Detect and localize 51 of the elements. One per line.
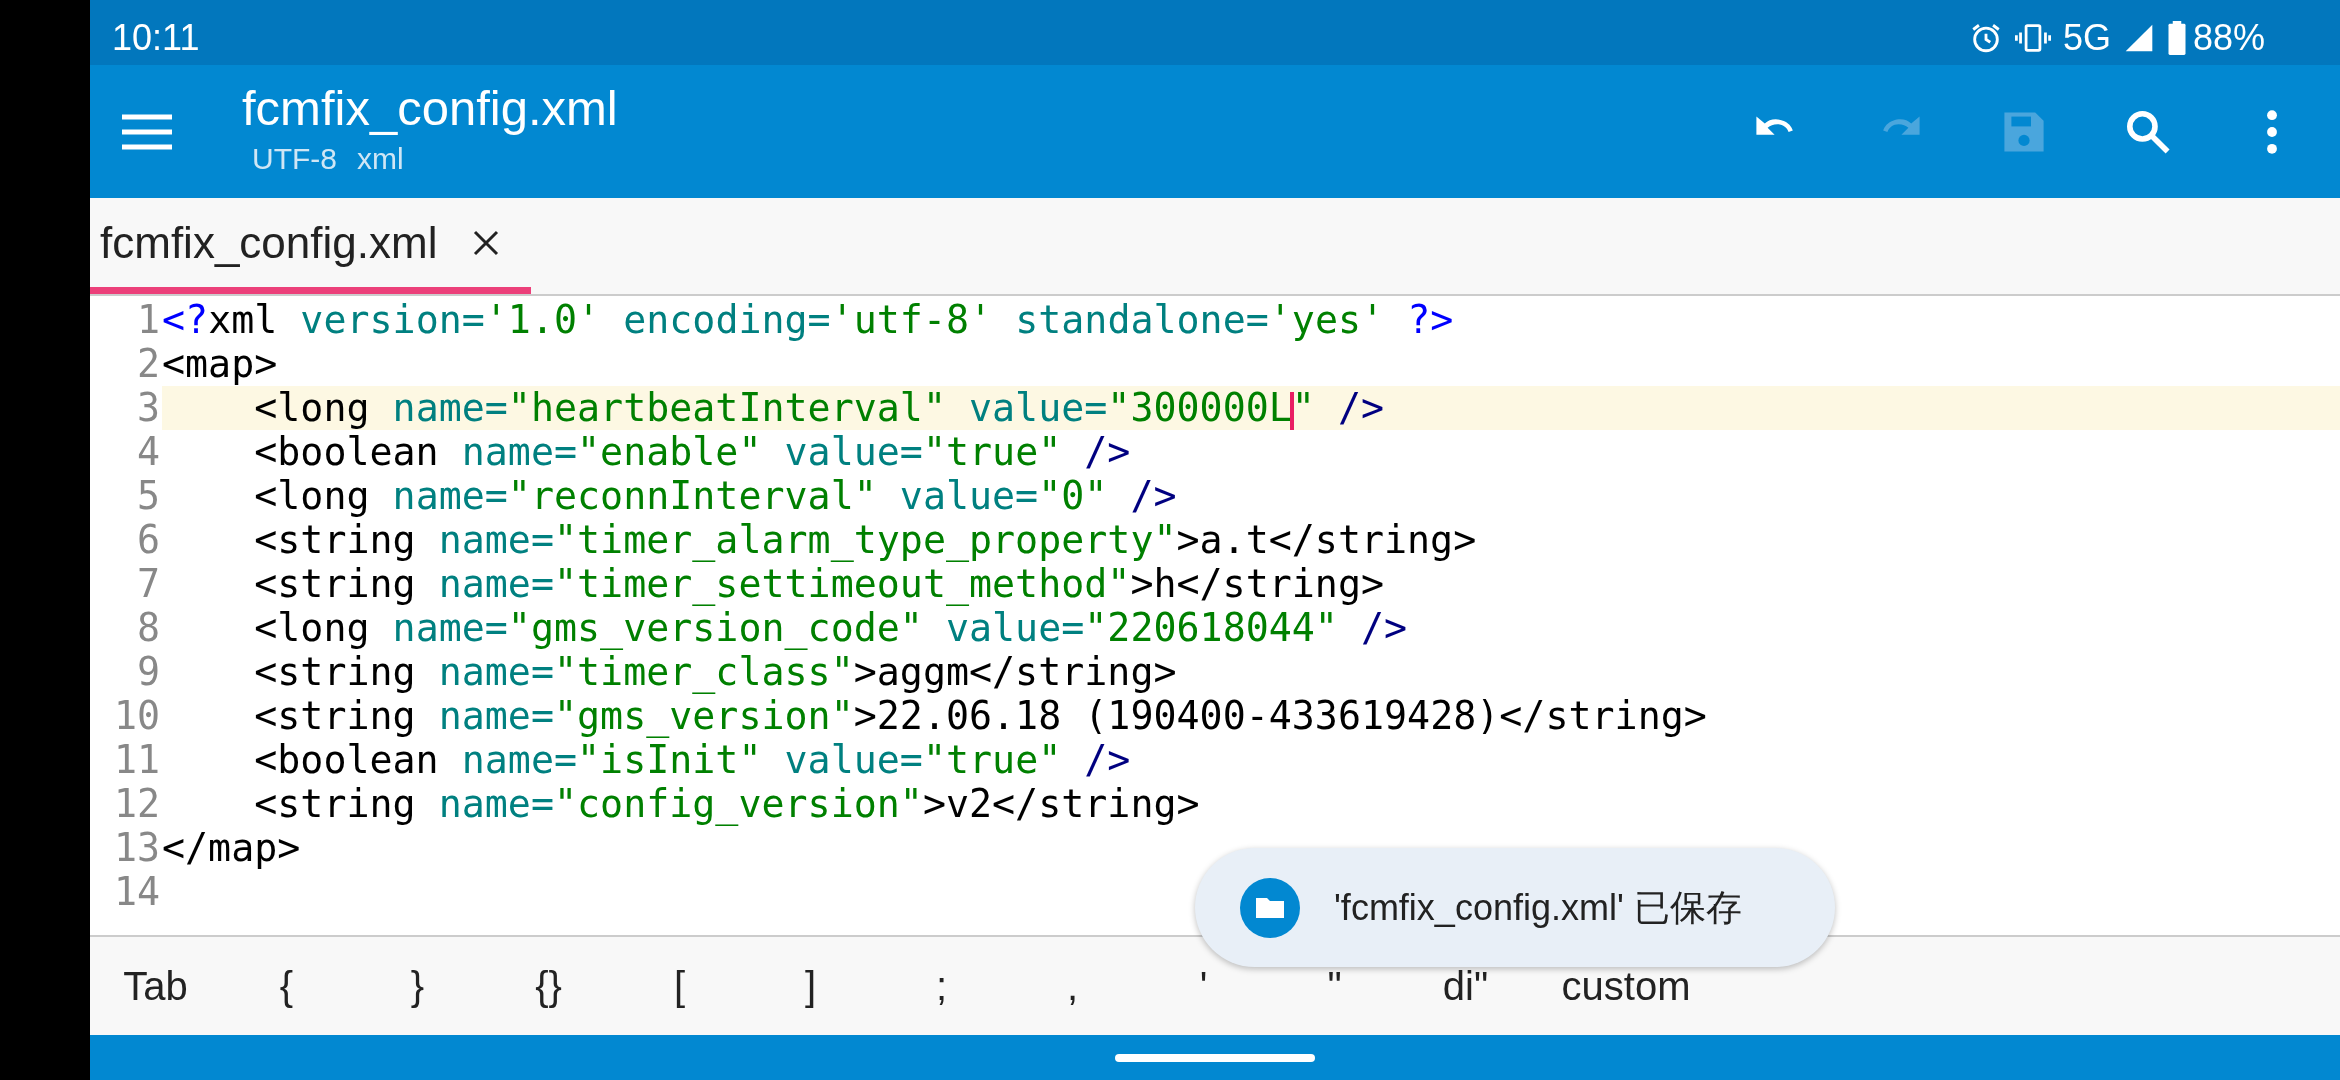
- line-number: 6: [135, 518, 161, 562]
- line-number: 2: [135, 342, 161, 386]
- code-line: <?xml version='1.0' encoding='utf-8' standalone='yes' ?>: [162, 298, 1455, 342]
- symbol-key[interactable]: }: [352, 956, 483, 1016]
- battery-level: 88%: [2192, 16, 2265, 60]
- symbol-key[interactable]: [: [614, 956, 745, 1016]
- code-line: <string name="timer_settimeout_method">h</string>: [253, 562, 1385, 606]
- code-line: <string name="timer_alarm_type_property">a.t</string>: [253, 518, 1478, 562]
- network-label: 5G: [2062, 16, 2111, 60]
- symbol-key[interactable]: ]: [745, 956, 876, 1016]
- code-line: <long name="gms_version_code" value="220618044" />: [253, 606, 1409, 650]
- code-line: <boolean name="isInit" value="true" />: [253, 738, 1132, 782]
- snackbar-message: 'fcmfix_config.xml' 已保存: [1334, 885, 1742, 930]
- line-number: 8: [135, 606, 161, 650]
- symbol-key[interactable]: Tab: [90, 956, 221, 1016]
- vibrate-icon: [2014, 21, 2051, 55]
- folder-icon: [1240, 877, 1300, 938]
- line-number: 9: [135, 650, 161, 694]
- symbol-key[interactable]: ,: [1007, 956, 1138, 1016]
- clock: 10:11: [112, 16, 200, 60]
- line-number: 1: [135, 298, 161, 342]
- line-number: 3: [135, 386, 161, 430]
- line-number: 12: [112, 782, 161, 826]
- line-number: 11: [112, 738, 161, 782]
- symbol-key[interactable]: ": [1269, 956, 1400, 1016]
- file-tab[interactable]: fcmfix_config.xml: [90, 198, 532, 294]
- line-number: 13: [112, 826, 161, 870]
- battery-icon: [2166, 21, 2187, 55]
- symbol-key[interactable]: ': [1138, 956, 1269, 1016]
- language-label: xml: [357, 140, 404, 177]
- symbol-key[interactable]: ;: [876, 956, 1007, 1016]
- code-line: <string name="gms_version">22.06.18 (190400-433619428)</string>: [253, 694, 1708, 738]
- symbol-key[interactable]: {}: [483, 956, 614, 1016]
- symbol-key[interactable]: di": [1400, 956, 1531, 1016]
- file-title: fcmfix_config.xml: [242, 82, 618, 136]
- line-number: 10: [112, 694, 161, 738]
- code-line: </map>: [162, 826, 302, 870]
- code-line: <long name="reconnInterval" value="0" />: [253, 474, 1178, 518]
- symbol-key[interactable]: {: [221, 956, 352, 1016]
- symbol-key[interactable]: custom: [1531, 956, 1721, 1016]
- code-line: <boolean name="enable" value="true" />: [253, 430, 1132, 474]
- code-line: <string name="config_version">v2</string>: [253, 782, 1201, 826]
- line-number: 4: [135, 430, 161, 474]
- line-number: 7: [135, 562, 161, 606]
- text-cursor: [1289, 391, 1294, 430]
- encoding-label: UTF-8: [252, 140, 337, 177]
- line-number: 5: [135, 474, 161, 518]
- code-line: <string name="timer_class">aggm</string>: [253, 650, 1178, 694]
- home-handle[interactable]: [1115, 1053, 1315, 1062]
- line-number: 14: [112, 870, 161, 914]
- code-line: <map>: [162, 342, 279, 386]
